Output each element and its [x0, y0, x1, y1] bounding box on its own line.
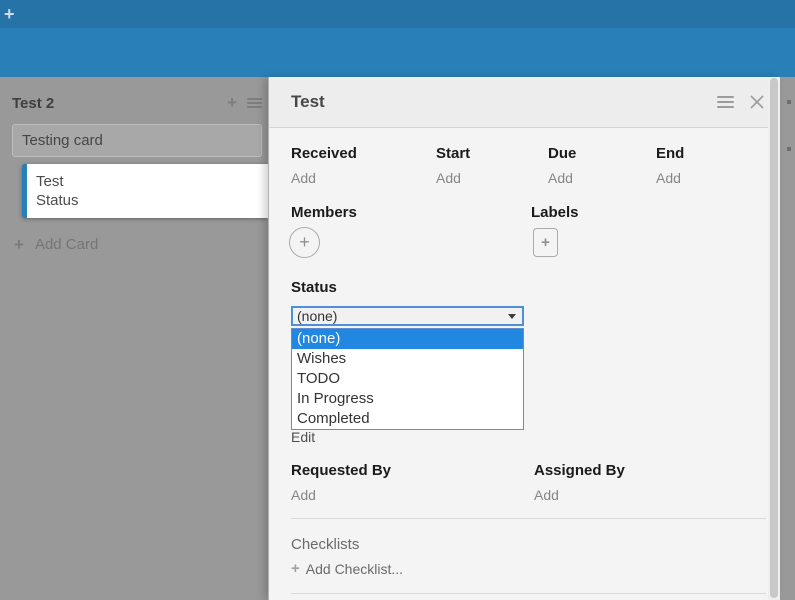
add-card-label: Add Card — [35, 236, 98, 253]
panel-scrollbar-track[interactable] — [768, 77, 780, 600]
assigned-by-label: Assigned By — [534, 462, 625, 479]
close-icon[interactable] — [750, 95, 764, 109]
start-add-link[interactable]: Add — [436, 170, 461, 186]
list-menu-icon[interactable] — [247, 98, 262, 108]
status-option[interactable]: Wishes — [292, 349, 523, 369]
panel-scrollbar-thumb[interactable] — [770, 78, 778, 598]
add-member-button[interactable]: + — [289, 227, 320, 258]
section-divider — [291, 518, 766, 519]
due-label: Due — [548, 145, 576, 162]
hidden-list-icon-sliver — [787, 100, 791, 104]
card-title-line: Status — [36, 191, 268, 210]
card-menu-icon[interactable] — [717, 96, 734, 108]
plus-icon: + — [299, 232, 310, 253]
plus-icon: + — [541, 234, 550, 251]
hidden-list-icon-sliver — [787, 147, 791, 151]
add-checklist-label: Add Checklist... — [306, 561, 403, 577]
card-detail-header: Test — [269, 77, 780, 128]
add-board-icon[interactable]: + — [4, 2, 15, 26]
requested-by-label: Requested By — [291, 462, 391, 479]
members-label: Members — [291, 204, 357, 221]
start-label: Start — [436, 145, 470, 162]
received-add-link[interactable]: Add — [291, 170, 316, 186]
status-select[interactable]: (none) — [291, 306, 524, 326]
status-option[interactable]: In Progress — [292, 389, 523, 409]
plus-icon: + — [291, 562, 300, 576]
end-add-link[interactable]: Add — [656, 170, 681, 186]
assigned-by-add-link[interactable]: Add — [534, 487, 559, 503]
end-label: End — [656, 145, 684, 162]
add-checklist-button[interactable]: + Add Checklist... — [291, 561, 403, 577]
top-navbar: + — [0, 0, 795, 28]
labels-label: Labels — [531, 204, 579, 221]
card-test-status-selected[interactable]: Test Status — [22, 164, 268, 218]
list-header: Test 2 + — [12, 92, 262, 114]
card-detail-title: Test — [291, 92, 717, 112]
add-card-button[interactable]: + Add Card — [14, 236, 98, 253]
status-dropdown-list: (none) Wishes TODO In Progress Completed — [291, 328, 524, 430]
list-title: Test 2 — [12, 95, 227, 112]
card-title: Testing card — [22, 132, 103, 149]
chevron-down-icon — [508, 314, 516, 319]
section-divider — [291, 593, 766, 594]
card-title-line: Test — [36, 172, 268, 191]
status-selected-value: (none) — [297, 308, 337, 324]
list-add-icon[interactable]: + — [227, 95, 237, 111]
board-header-bar — [0, 28, 795, 77]
card-testing-card[interactable]: Testing card — [12, 124, 262, 157]
checklists-heading: Checklists — [291, 536, 359, 553]
status-label: Status — [291, 279, 337, 296]
requested-by-add-link[interactable]: Add — [291, 487, 316, 503]
card-detail-panel: Test Received Start Due End Add Add Add … — [268, 77, 780, 600]
due-add-link[interactable]: Add — [548, 170, 573, 186]
add-label-button[interactable]: + — [533, 228, 558, 257]
status-option[interactable]: TODO — [292, 369, 523, 389]
received-label: Received — [291, 145, 357, 162]
status-option[interactable]: Completed — [292, 409, 523, 429]
status-edit-link[interactable]: Edit — [291, 429, 315, 445]
app-window: + Test 2 + Testing card Test Status + Ad… — [0, 0, 795, 600]
plus-icon: + — [14, 237, 24, 252]
status-option[interactable]: (none) — [292, 329, 523, 349]
